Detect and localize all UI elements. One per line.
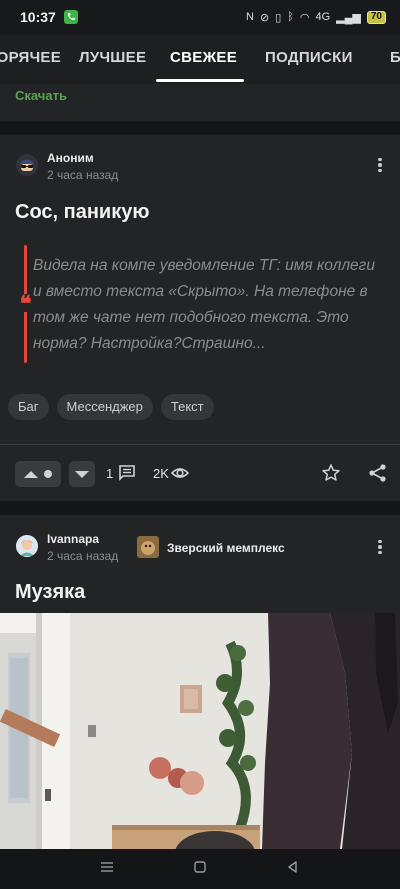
tab-fresh[interactable]: СВЕЖЕЕ bbox=[170, 49, 237, 66]
post-actions: 1 2K bbox=[0, 455, 400, 495]
tab-best[interactable]: ЛУЧШЕЕ bbox=[79, 49, 146, 66]
post-title[interactable]: Музяка bbox=[15, 581, 85, 604]
mute-icon: ⊘ bbox=[259, 11, 270, 24]
download-link[interactable]: Скачать bbox=[15, 88, 67, 103]
downvote-icon bbox=[75, 470, 89, 478]
author-name[interactable]: Ivannapa bbox=[47, 532, 99, 546]
post-time: 2 часа назад bbox=[47, 168, 119, 182]
post-title[interactable]: Сос, паникую bbox=[15, 201, 149, 224]
post-card: Аноним 2 часа назад Сос, паникую ❝ Видел… bbox=[0, 135, 400, 501]
bluetooth-icon: ᛒ bbox=[287, 11, 294, 23]
downvote-button[interactable] bbox=[69, 461, 95, 487]
nfc-icon: N bbox=[246, 11, 254, 23]
feed-tabs: ГОРЯЧЕЕ ЛУЧШЕЕ СВЕЖЕЕ ПОДПИСКИ БЛОГИ bbox=[0, 34, 400, 84]
signal-icon: ▂▄▆ bbox=[336, 11, 361, 24]
post-video[interactable] bbox=[0, 613, 400, 849]
tag-chip[interactable]: Мессенджер bbox=[56, 394, 153, 420]
tab-subscriptions[interactable]: ПОДПИСКИ bbox=[265, 49, 353, 66]
status-bar: 10:37 N ⊘ ▯ ᛒ ◠ 4G ▂▄▆ 70 bbox=[0, 0, 400, 34]
share-icon[interactable] bbox=[368, 463, 388, 488]
active-tab-indicator bbox=[156, 79, 244, 82]
star-icon[interactable] bbox=[321, 463, 341, 488]
wifi-icon: ◠ bbox=[299, 11, 310, 24]
upvote-button[interactable] bbox=[15, 461, 61, 487]
upvote-icon bbox=[24, 470, 38, 478]
system-nav-bar bbox=[0, 849, 400, 889]
quote-icon: ❝ bbox=[17, 293, 34, 315]
avatar[interactable] bbox=[16, 535, 38, 557]
tag-chip[interactable]: Текст bbox=[160, 394, 214, 420]
post-separator bbox=[0, 501, 400, 515]
vibrate-icon: ▯ bbox=[275, 11, 282, 24]
post-quote[interactable]: ❝ Видела на компе уведомление ТГ: имя ко… bbox=[17, 245, 384, 363]
divider bbox=[0, 444, 400, 445]
status-time: 10:37 bbox=[20, 9, 56, 25]
tag-chip[interactable]: Баг bbox=[8, 394, 49, 420]
author-name[interactable]: Аноним bbox=[47, 151, 94, 165]
post-separator bbox=[0, 121, 400, 135]
comment-icon[interactable] bbox=[118, 464, 136, 487]
menu-nav-icon[interactable] bbox=[99, 860, 115, 879]
community-name[interactable]: Зверский мемплекс bbox=[167, 541, 285, 555]
comments-count[interactable]: 1 bbox=[106, 466, 113, 481]
eye-icon bbox=[170, 465, 190, 486]
tag-list: Баг Мессенджер Текст bbox=[8, 394, 214, 420]
views-count: 2K bbox=[153, 466, 169, 481]
battery-icon: 70 bbox=[366, 10, 386, 24]
rating-dot bbox=[44, 470, 52, 478]
back-nav-icon[interactable] bbox=[285, 859, 301, 880]
community-avatar[interactable] bbox=[137, 536, 159, 558]
post-time: 2 часа назад bbox=[47, 549, 119, 563]
quote-text: Видела на компе уведомление ТГ: имя колл… bbox=[33, 257, 375, 352]
network-type: 4G bbox=[315, 11, 331, 23]
previous-post-tail: Скачать bbox=[0, 84, 400, 121]
tab-blogs[interactable]: БЛОГИ bbox=[390, 49, 400, 66]
more-vert-icon[interactable] bbox=[370, 155, 390, 175]
avatar[interactable] bbox=[16, 154, 38, 176]
status-icons: N ⊘ ▯ ᛒ ◠ 4G ▂▄▆ 70 bbox=[246, 10, 386, 24]
more-vert-icon[interactable] bbox=[370, 537, 390, 557]
phone-call-icon bbox=[63, 10, 78, 24]
home-nav-icon[interactable] bbox=[192, 859, 208, 880]
tab-hot[interactable]: ГОРЯЧЕЕ bbox=[0, 49, 61, 66]
